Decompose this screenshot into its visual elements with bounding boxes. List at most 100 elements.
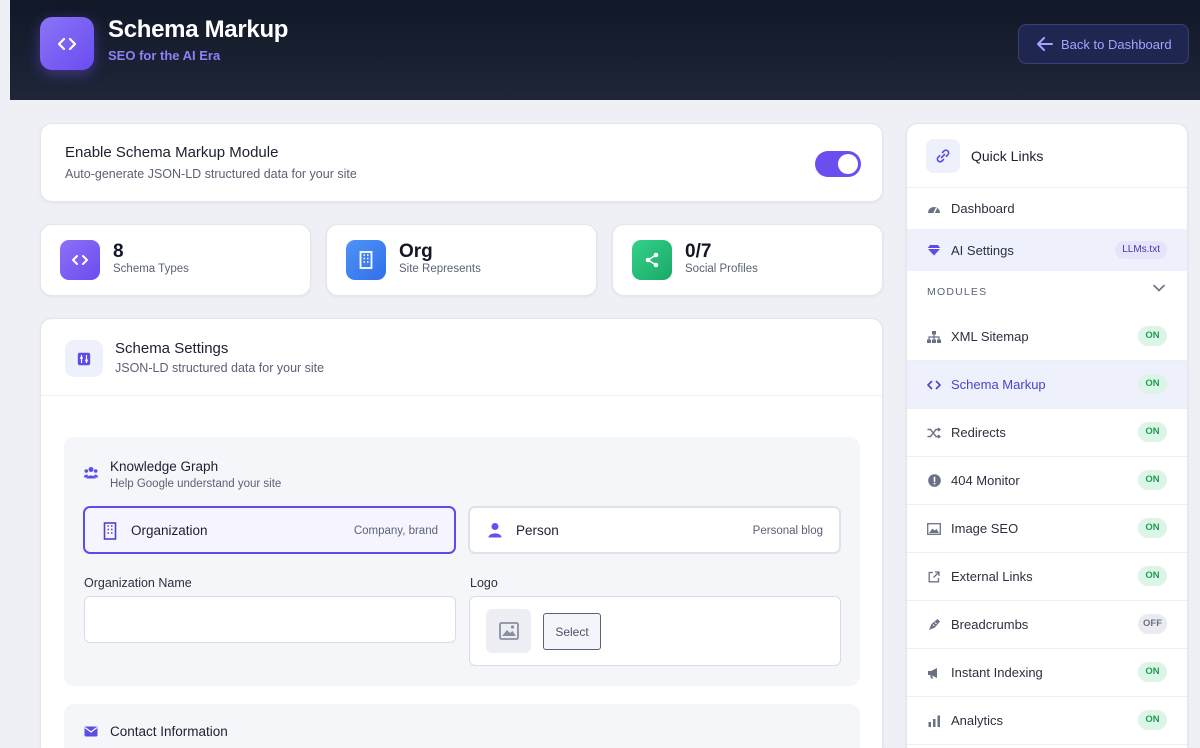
module-label: 404 Monitor — [951, 473, 1020, 488]
enable-module-toggle[interactable] — [815, 151, 861, 177]
building-icon — [103, 522, 117, 540]
mail-icon — [84, 726, 98, 737]
option-label: Organization — [131, 523, 208, 538]
back-button-label: Back to Dashboard — [1061, 36, 1172, 52]
settings-title: Schema Settings — [115, 340, 229, 357]
option-person[interactable]: Person Personal blog — [468, 506, 841, 554]
schema-settings-card: Schema Settings JSON-LD structured data … — [40, 318, 883, 748]
stat-value: Org — [399, 241, 433, 262]
chevron-down-icon — [1153, 284, 1165, 292]
option-label: Person — [516, 523, 559, 538]
gauge-icon — [927, 202, 941, 216]
page-title: Schema Markup — [108, 16, 289, 43]
status-badge: ON — [1138, 566, 1167, 586]
megaphone-icon — [927, 666, 941, 680]
option-hint: Personal blog — [752, 525, 823, 537]
status-badge: ON — [1138, 710, 1167, 730]
stat-card-schema-types: 8 Schema Types — [40, 224, 311, 296]
module-breadcrumbs[interactable]: Breadcrumbs OFF — [907, 601, 1187, 649]
users-icon — [84, 467, 98, 479]
quick-links-title: Quick Links — [971, 148, 1044, 164]
external-link-icon — [927, 570, 941, 584]
stat-label: Social Profiles — [685, 263, 758, 275]
organization-name-input[interactable] — [84, 596, 456, 643]
knowledge-graph-title: Knowledge Graph — [110, 459, 219, 474]
settings-subtitle: JSON-LD structured data for your site — [115, 361, 325, 375]
module-label: Image SEO — [951, 521, 1019, 536]
stat-value: 0/7 — [685, 241, 712, 262]
quick-links-header: Quick Links — [907, 124, 1187, 188]
module-label: Schema Markup — [951, 377, 1046, 392]
gem-icon — [927, 243, 941, 257]
page-subtitle: SEO for the AI Era — [108, 48, 221, 63]
status-badge: OFF — [1138, 614, 1167, 634]
module-external-links[interactable]: External Links ON — [907, 553, 1187, 601]
module-label: Instant Indexing — [951, 665, 1043, 680]
knowledge-graph-section: Knowledge Graph Help Google understand y… — [64, 437, 860, 686]
image-icon — [498, 622, 519, 640]
settings-header: Schema Settings JSON-LD structured data … — [41, 319, 882, 396]
link-icon — [926, 139, 960, 173]
stat-card-site-represents: Org Site Represents — [326, 224, 597, 296]
shuffle-icon — [927, 426, 941, 440]
code-icon — [927, 378, 941, 392]
person-icon — [488, 523, 502, 538]
top-header: Schema Markup SEO for the AI Era Back to… — [10, 0, 1200, 100]
select-logo-button[interactable]: Select — [543, 613, 601, 650]
enable-module-subtitle: Auto-generate JSON-LD structured data fo… — [65, 167, 357, 181]
sidebar-item-label: AI Settings — [951, 242, 1014, 258]
stat-value: 8 — [113, 241, 124, 262]
status-badge: ON — [1138, 518, 1167, 538]
llms-badge: LLMs.txt — [1115, 241, 1167, 259]
sliders-icon — [65, 340, 103, 377]
module-label: Analytics — [951, 713, 1004, 728]
option-hint: Company, brand — [353, 525, 438, 537]
module-label: Redirects — [951, 425, 1006, 440]
module-label: External Links — [951, 569, 1033, 584]
contact-information-section: Contact Information — [64, 704, 860, 748]
image-icon — [927, 522, 941, 536]
sitemap-icon — [927, 330, 941, 344]
module-redirects[interactable]: Redirects ON — [907, 409, 1187, 457]
toggle-knob — [838, 154, 858, 174]
quick-links-sidebar: Quick Links Dashboard AI Settings LLMs.t… — [906, 123, 1188, 748]
sidebar-item-label: Dashboard — [951, 201, 1015, 216]
module-label: XML Sitemap — [951, 329, 1029, 344]
module-404-monitor[interactable]: 404 Monitor ON — [907, 457, 1187, 505]
status-badge: ON — [1138, 662, 1167, 682]
stat-card-social-profiles: 0/7 Social Profiles — [612, 224, 883, 296]
code-icon — [57, 37, 77, 50]
option-organization[interactable]: Organization Company, brand — [83, 506, 456, 554]
logo-placeholder — [486, 609, 531, 653]
bar-chart-icon — [927, 714, 941, 728]
organization-name-label: Organization Name — [84, 576, 192, 590]
enable-module-card: Enable Schema Markup Module Auto-generat… — [40, 123, 883, 202]
module-xml-sitemap[interactable]: XML Sitemap ON — [907, 313, 1187, 361]
module-label: Breadcrumbs — [951, 617, 1029, 632]
module-instant-indexing[interactable]: Instant Indexing ON — [907, 649, 1187, 697]
modules-section-toggle[interactable]: MODULES — [907, 271, 1187, 313]
app-logo — [40, 17, 94, 70]
enable-module-title: Enable Schema Markup Module — [65, 144, 279, 161]
stat-label: Schema Types — [113, 263, 189, 275]
knowledge-graph-subtitle: Help Google understand your site — [110, 478, 282, 490]
status-badge: ON — [1138, 374, 1167, 394]
modules-label: MODULES — [927, 286, 988, 298]
logo-label: Logo — [470, 576, 498, 590]
module-analytics[interactable]: Analytics ON — [907, 697, 1187, 745]
status-badge: ON — [1138, 326, 1167, 346]
stat-label: Site Represents — [399, 263, 481, 275]
contact-title: Contact Information — [110, 724, 228, 739]
arrow-left-icon — [1037, 37, 1053, 51]
sidebar-item-ai-settings[interactable]: AI Settings LLMs.txt — [907, 229, 1187, 271]
back-to-dashboard-button[interactable]: Back to Dashboard — [1018, 24, 1189, 64]
code-icon — [60, 240, 100, 280]
logo-field: Select — [469, 596, 841, 666]
status-badge: ON — [1138, 422, 1167, 442]
module-image-seo[interactable]: Image SEO ON — [907, 505, 1187, 553]
sidebar-item-dashboard[interactable]: Dashboard — [907, 188, 1187, 229]
bread-icon — [927, 618, 941, 632]
share-icon — [632, 240, 672, 280]
module-schema-markup[interactable]: Schema Markup ON — [907, 361, 1187, 409]
building-icon — [346, 240, 386, 280]
